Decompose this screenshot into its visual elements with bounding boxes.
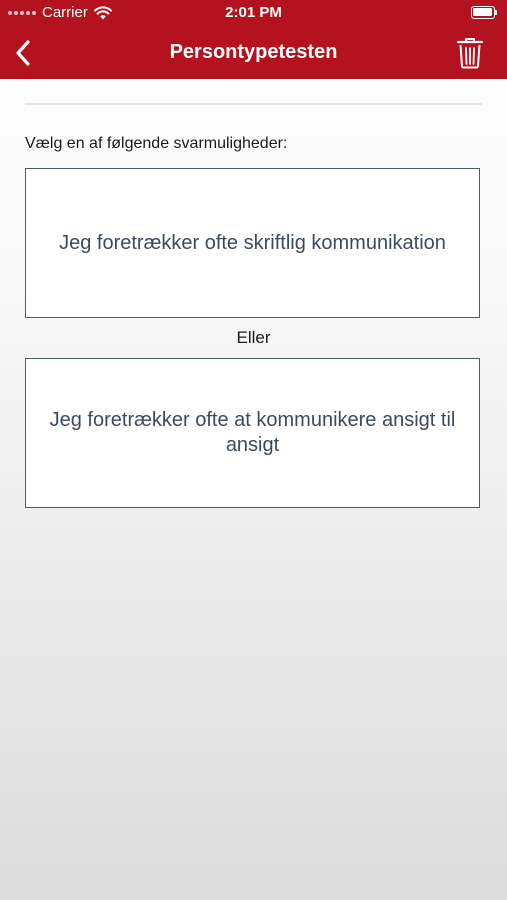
navigation-bar: Persontypetesten (0, 27, 507, 79)
question-prompt: Vælg en af følgende svarmuligheder: (25, 135, 288, 152)
status-time: 2:01 PM (225, 4, 282, 21)
answer-option-face-to-face[interactable]: Jeg foretrækker ofte at kommunikere ansi… (25, 358, 480, 508)
trash-icon (456, 38, 484, 69)
back-button[interactable] (8, 35, 44, 71)
answer-option-label: Jeg foretrækker ofte at kommunikere ansi… (49, 409, 456, 456)
delete-button[interactable] (455, 37, 485, 69)
status-bar: Carrier 2:01 PM (0, 0, 507, 27)
progress-divider (25, 103, 482, 105)
or-separator: Eller (236, 328, 271, 347)
battery-icon (471, 6, 497, 19)
page-title: Persontypetesten (169, 41, 338, 63)
app-header: Carrier 2:01 PM Persontypetesten (0, 0, 507, 79)
answer-option-label: Jeg foretrækker ofte skriftlig kommunika… (59, 231, 446, 254)
answer-option-written[interactable]: Jeg foretrækker ofte skriftlig kommunika… (25, 168, 480, 318)
chevron-left-icon (16, 40, 30, 66)
